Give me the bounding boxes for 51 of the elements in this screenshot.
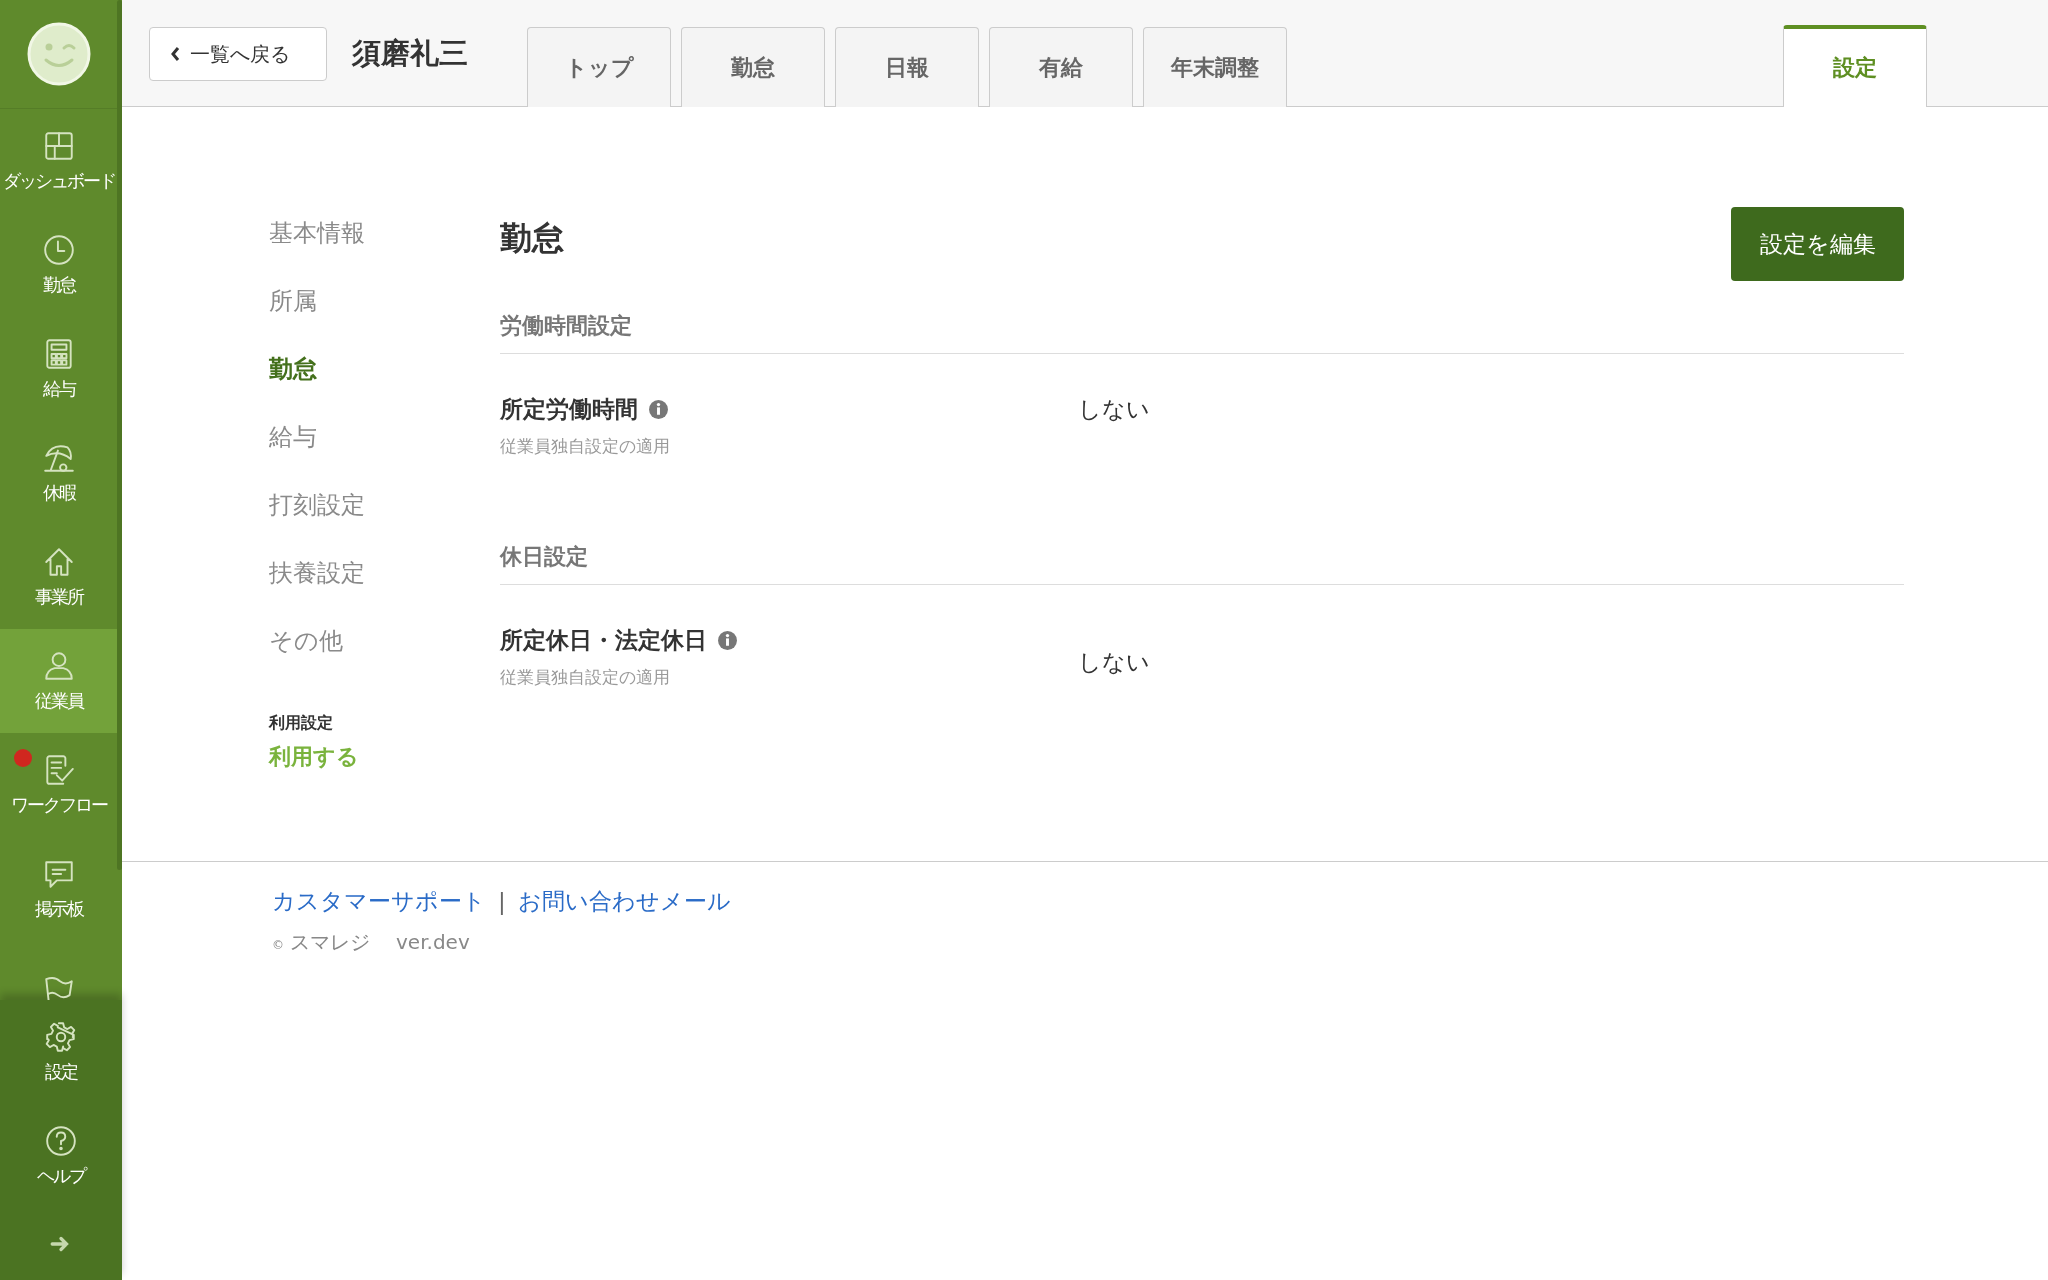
tab[interactable]: 有給	[989, 27, 1133, 107]
chevron-left-icon	[170, 46, 180, 62]
setting-sublabel: 従業員独自設定の適用	[500, 435, 671, 458]
tab[interactable]: 勤怠	[681, 27, 825, 107]
settings-nav-item[interactable]: 基本情報	[269, 217, 500, 285]
info-icon[interactable]	[717, 630, 738, 651]
customer-support-link[interactable]: カスタマーサポート	[272, 886, 486, 917]
help-icon	[44, 1124, 78, 1158]
setting-label: 所定労働時間	[500, 395, 638, 424]
copyright-mark: ©	[272, 938, 284, 952]
section-title: 労働時間設定	[500, 311, 1904, 354]
tab[interactable]: 年末調整	[1143, 27, 1287, 107]
sidebar-item[interactable]: ヘルプ	[0, 1104, 122, 1208]
clock-icon	[41, 233, 76, 267]
setting-label: 所定休日・法定休日	[500, 626, 707, 655]
panel-title: 勤怠	[500, 218, 564, 259]
tab[interactable]: トップ	[527, 27, 671, 107]
sidebar-item[interactable]: 掲示板	[0, 837, 117, 941]
settings-nav-item[interactable]: 給与	[269, 421, 500, 489]
settings-nav-item[interactable]: 勤怠	[269, 353, 500, 421]
sidebar-item[interactable]: 給与	[0, 317, 117, 421]
sidebar-item[interactable]: 休暇	[0, 421, 117, 525]
sidebar-item[interactable]: 従業員	[0, 629, 117, 733]
setting-value: しない	[1078, 648, 1150, 677]
version-text: ver.dev	[396, 930, 470, 954]
edit-settings-button[interactable]: 設定を編集	[1731, 207, 1904, 281]
scrollbar[interactable]	[117, 0, 122, 870]
info-icon[interactable]	[648, 399, 669, 420]
settings-nav-item[interactable]: 扶養設定	[269, 557, 500, 625]
sidebar-item[interactable]: 設定	[0, 1000, 122, 1104]
employee-name: 須磨礼三	[352, 35, 468, 72]
setting-sublabel: 従業員独自設定の適用	[500, 666, 671, 689]
sidebar-item[interactable]: 事業所	[0, 525, 117, 629]
section-title: 休日設定	[500, 542, 1904, 585]
back-button[interactable]: 一覧へ戻る	[149, 27, 327, 81]
settings-nav-item[interactable]: その他	[269, 625, 500, 693]
sidebar-item[interactable]: ワークフロー	[0, 733, 117, 837]
sidebar-item[interactable]: ダッシュボード	[0, 109, 117, 213]
tab[interactable]: 設定	[1783, 25, 1927, 107]
usage-label: 利用設定	[269, 713, 334, 734]
usage-value: 利用する	[269, 743, 360, 771]
link-separator: |	[498, 888, 506, 915]
smiley-avatar-icon[interactable]	[26, 22, 91, 86]
company-name: スマレジ	[290, 929, 370, 956]
sidebar-item[interactable]: 勤怠	[0, 213, 117, 317]
settings-nav-item[interactable]: 所属	[269, 285, 500, 353]
setting-value: しない	[1078, 395, 1150, 424]
tab[interactable]: 日報	[835, 27, 979, 107]
contact-mail-link[interactable]: お問い合わせメール	[517, 886, 731, 917]
settings-icon	[44, 1020, 78, 1054]
settings-nav-item[interactable]: 打刻設定	[269, 489, 500, 557]
